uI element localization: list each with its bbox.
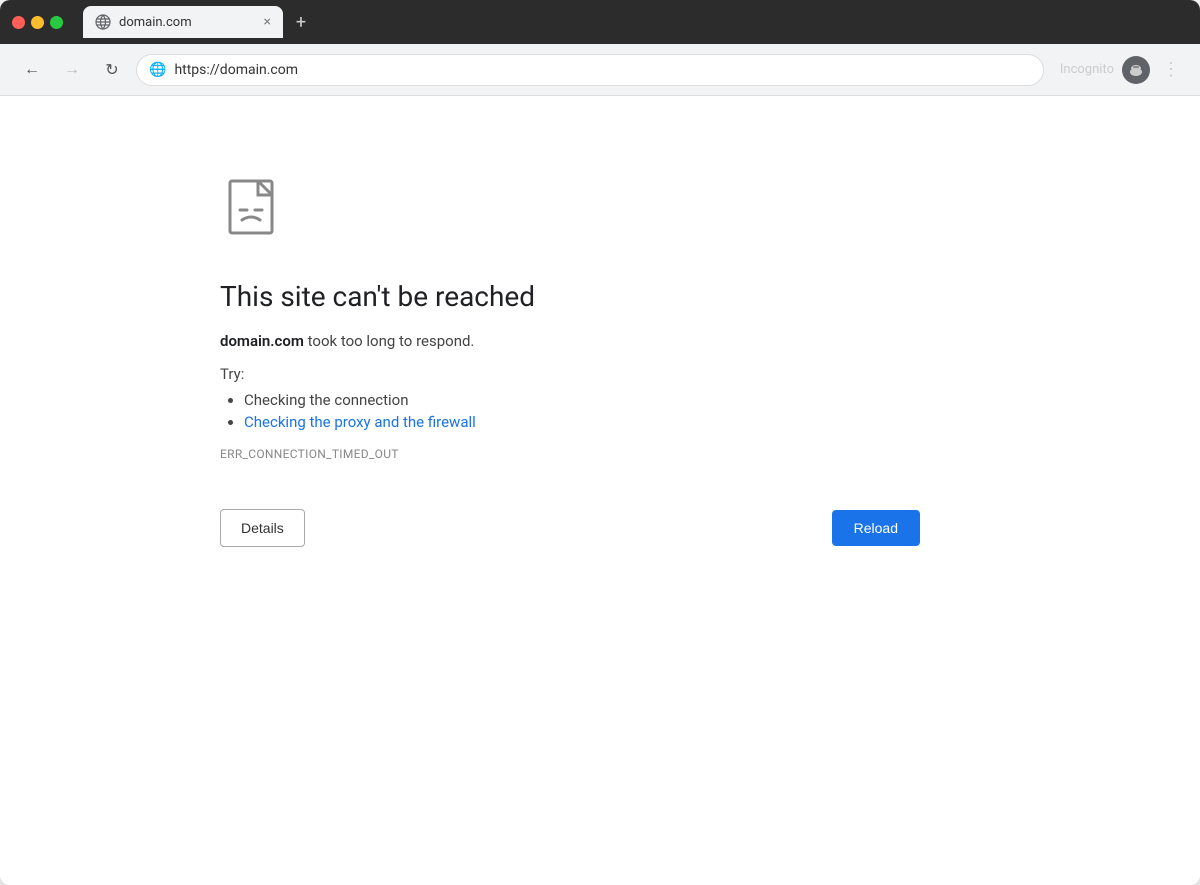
address-bar[interactable]: 🌐 https://domain.com xyxy=(136,54,1044,86)
new-tab-button[interactable]: + xyxy=(287,8,315,36)
active-tab[interactable]: domain.com × xyxy=(83,6,283,38)
back-button[interactable]: ← xyxy=(16,54,48,86)
back-icon: ← xyxy=(24,61,40,79)
domain-bold: domain.com xyxy=(220,332,304,350)
menu-button[interactable]: ⋮ xyxy=(1158,55,1184,84)
reload-button[interactable]: ↻ xyxy=(96,54,128,86)
tab-close-button[interactable]: × xyxy=(264,14,271,30)
traffic-lights xyxy=(12,16,63,29)
minimize-traffic-light[interactable] xyxy=(31,16,44,29)
error-title: This site can't be reached xyxy=(220,280,820,313)
title-bar: domain.com × + xyxy=(0,0,1200,44)
incognito-area: Incognito xyxy=(1060,56,1150,84)
error-code: ERR_CONNECTION_TIMED_OUT xyxy=(220,447,820,461)
page-content: This site can't be reached domain.com to… xyxy=(0,96,1200,885)
tab-label: domain.com xyxy=(119,15,192,30)
nav-bar: ← → ↻ 🌐 https://domain.com Incognito ⋮ xyxy=(0,44,1200,96)
tab-globe-icon xyxy=(95,14,111,30)
reload-page-button[interactable]: Reload xyxy=(832,510,920,546)
suggestions-list: Checking the connection Checking the pro… xyxy=(220,391,820,431)
details-button[interactable]: Details xyxy=(220,509,305,547)
suggestion-item-connection: Checking the connection xyxy=(244,391,820,409)
incognito-label: Incognito xyxy=(1060,62,1114,77)
try-label: Try: xyxy=(220,365,820,383)
suggestion-proxy-link[interactable]: Checking the proxy and the firewall xyxy=(244,413,476,431)
error-description: domain.com took too long to respond. xyxy=(220,329,820,353)
forward-button[interactable]: → xyxy=(56,54,88,86)
suggestion-item-proxy: Checking the proxy and the firewall xyxy=(244,413,820,431)
error-container: This site can't be reached domain.com to… xyxy=(220,176,820,547)
tab-bar: domain.com × + xyxy=(83,6,315,38)
close-traffic-light[interactable] xyxy=(12,16,25,29)
broken-page-icon xyxy=(220,176,290,246)
reload-icon: ↻ xyxy=(105,60,118,80)
action-buttons: Details Reload xyxy=(220,509,920,547)
error-description-rest: took too long to respond. xyxy=(304,332,475,350)
forward-icon: → xyxy=(64,61,80,79)
browser-window: domain.com × + ← → ↻ 🌐 https://domain.co… xyxy=(0,0,1200,885)
address-globe-icon: 🌐 xyxy=(149,62,166,78)
suggestion-connection-text: Checking the connection xyxy=(244,391,409,409)
address-url: https://domain.com xyxy=(174,62,1030,78)
maximize-traffic-light[interactable] xyxy=(50,16,63,29)
incognito-hat-icon xyxy=(1127,61,1145,79)
incognito-icon xyxy=(1122,56,1150,84)
